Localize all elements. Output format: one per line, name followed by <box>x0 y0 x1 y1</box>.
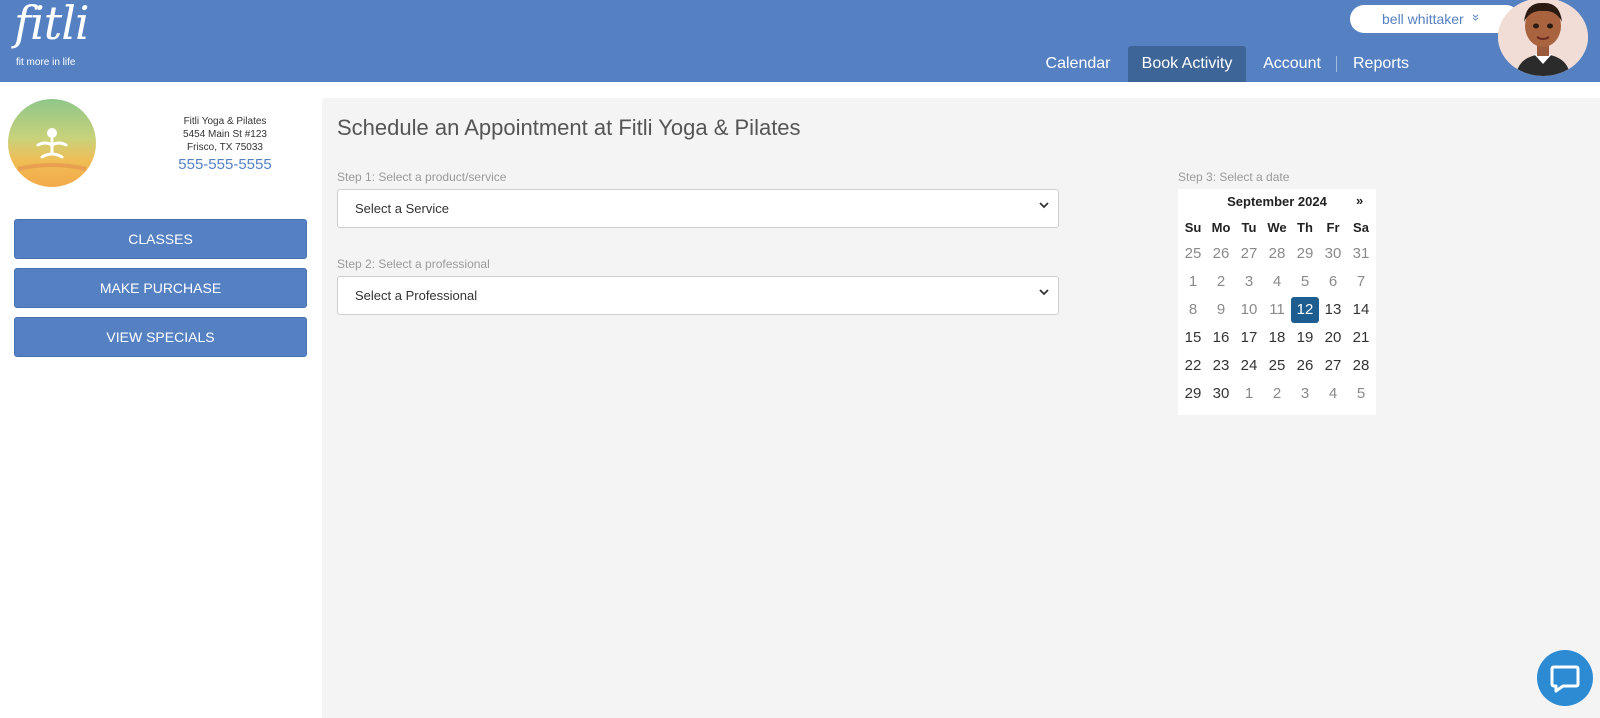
calendar-day[interactable]: 6 <box>1319 269 1347 295</box>
calendar-day[interactable]: 16 <box>1207 325 1235 351</box>
make-purchase-button[interactable]: MAKE PURCHASE <box>14 268 307 308</box>
calendar-day[interactable]: 17 <box>1235 325 1263 351</box>
calendar-day[interactable]: 1 <box>1179 269 1207 295</box>
chevron-down-icon <box>1038 199 1050 214</box>
calendar-day[interactable]: 19 <box>1291 325 1319 351</box>
nav-calendar[interactable]: Calendar <box>1040 46 1116 82</box>
calendar-day[interactable]: 3 <box>1291 381 1319 407</box>
chat-button[interactable] <box>1537 650 1593 706</box>
step1-label: Step 1: Select a product/service <box>337 170 507 184</box>
next-month-button[interactable]: » <box>1356 193 1363 208</box>
calendar-day[interactable]: 21 <box>1347 325 1375 351</box>
calendar-day[interactable]: 9 <box>1207 297 1235 323</box>
business-phone[interactable]: 555-555-5555 <box>150 155 300 175</box>
business-address-line2: Frisco, TX 75033 <box>187 142 263 153</box>
calendar-day[interactable]: 30 <box>1319 241 1347 267</box>
calendar-day[interactable]: 1 <box>1235 381 1263 407</box>
step2-label: Step 2: Select a professional <box>337 257 490 271</box>
meditation-icon <box>17 128 87 171</box>
calendar-day[interactable]: 25 <box>1179 241 1207 267</box>
calendar-day[interactable]: 15 <box>1179 325 1207 351</box>
calendar-day[interactable]: 2 <box>1263 381 1291 407</box>
nav-divider <box>1336 56 1337 72</box>
service-select-value: Select a Service <box>355 201 449 216</box>
calendar-day[interactable]: 26 <box>1207 241 1235 267</box>
weekday-header: Th <box>1297 220 1313 235</box>
logo-wordmark: fitli <box>14 0 90 50</box>
weekday-header: We <box>1267 220 1287 235</box>
weekday-header: Tu <box>1241 220 1257 235</box>
page-title: Schedule an Appointment at Fitli Yoga & … <box>337 115 801 140</box>
view-specials-button[interactable]: VIEW SPECIALS <box>14 317 307 357</box>
business-name: Fitli Yoga & Pilates <box>183 116 267 127</box>
weekday-header: Su <box>1184 220 1202 235</box>
main-nav: Calendar Book Activity Account Reports <box>0 46 1600 82</box>
calendar-day[interactable]: 23 <box>1207 353 1235 379</box>
calendar-day[interactable]: 13 <box>1319 297 1347 323</box>
calendar-day[interactable]: 5 <box>1291 269 1319 295</box>
chevron-down-icon <box>1038 286 1050 301</box>
calendar-day[interactable]: 22 <box>1179 353 1207 379</box>
calendar-day[interactable]: 4 <box>1263 269 1291 295</box>
professional-select[interactable]: Select a Professional <box>337 276 1059 315</box>
professional-select-value: Select a Professional <box>355 288 478 303</box>
weekday-header: Fr <box>1326 220 1340 235</box>
calendar-day[interactable]: 29 <box>1291 241 1319 267</box>
calendar-day[interactable]: 27 <box>1319 353 1347 379</box>
calendar-day[interactable]: 20 <box>1319 325 1347 351</box>
calendar-day[interactable]: 18 <box>1263 325 1291 351</box>
calendar-day[interactable]: 28 <box>1347 353 1375 379</box>
calendar-day[interactable]: 4 <box>1319 381 1347 407</box>
calendar-day[interactable]: 28 <box>1263 241 1291 267</box>
nav-reports[interactable]: Reports <box>1346 46 1416 82</box>
calendar-day[interactable]: 26 <box>1291 353 1319 379</box>
business-info: Fitli Yoga & Pilates 5454 Main St #123 F… <box>150 115 300 175</box>
date-picker: September 2024 » Su Mo Tu We Th Fr Sa 25 26 27 28 2… <box>1178 189 1376 415</box>
classes-button[interactable]: CLASSES <box>14 219 307 259</box>
service-select[interactable]: Select a Service <box>337 189 1059 228</box>
calendar-day[interactable]: 10 <box>1235 297 1263 323</box>
calendar-day[interactable]: 29 <box>1179 381 1207 407</box>
nav-account[interactable]: Account <box>1256 46 1328 82</box>
step3-label: Step 3: Select a date <box>1178 170 1290 184</box>
weekday-header: Sa <box>1353 220 1369 235</box>
calendar-day[interactable]: 31 <box>1347 241 1375 267</box>
calendar-day[interactable]: 3 <box>1235 269 1263 295</box>
nav-book-activity[interactable]: Book Activity <box>1128 46 1246 82</box>
business-logo <box>8 99 96 187</box>
top-header: fitli fit more in life bell whittaker » … <box>0 0 1600 82</box>
business-address-line1: 5454 Main St #123 <box>183 129 267 140</box>
calendar-day[interactable]: 27 <box>1235 241 1263 267</box>
user-menu[interactable]: bell whittaker » <box>1350 5 1520 33</box>
calendar-day-selected[interactable]: 12 <box>1291 297 1319 323</box>
calendar-day[interactable]: 7 <box>1347 269 1375 295</box>
calendar-day[interactable]: 11 <box>1263 297 1291 323</box>
calendar-day[interactable]: 14 <box>1347 297 1375 323</box>
chat-icon <box>1550 665 1580 693</box>
calendar-month: September 2024 <box>1227 194 1327 209</box>
calendar-day[interactable]: 2 <box>1207 269 1235 295</box>
calendar-day[interactable]: 30 <box>1207 381 1235 407</box>
calendar-day[interactable]: 25 <box>1263 353 1291 379</box>
chevron-down-icon: » <box>1469 13 1485 22</box>
calendar-day[interactable]: 5 <box>1347 381 1375 407</box>
user-name: bell whittaker <box>1382 11 1464 27</box>
weekday-header: Mo <box>1211 220 1231 235</box>
calendar-day[interactable]: 8 <box>1179 297 1207 323</box>
calendar-day[interactable]: 24 <box>1235 353 1263 379</box>
